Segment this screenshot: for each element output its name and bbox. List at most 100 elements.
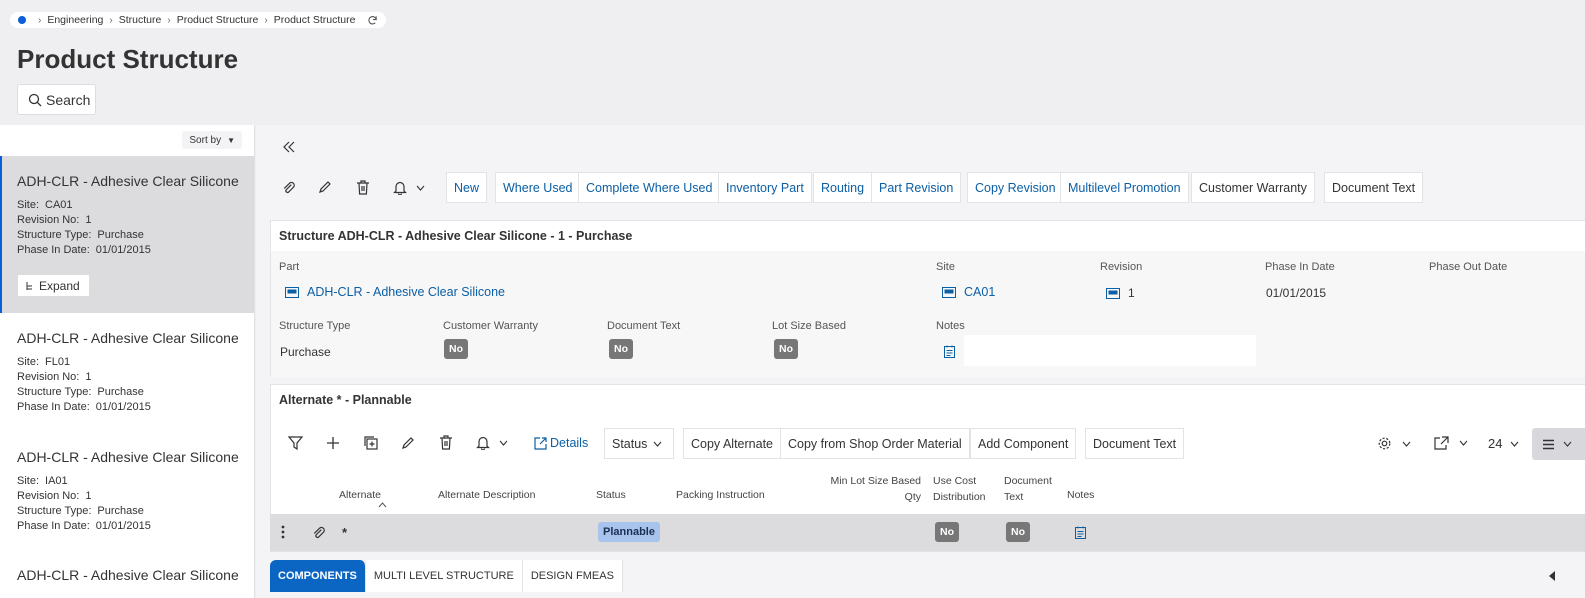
row-menu-icon[interactable] <box>281 525 285 539</box>
site-field[interactable]: CA01 <box>942 285 995 299</box>
revision-value: 1 <box>85 371 92 383</box>
new-button[interactable]: New <box>446 172 488 203</box>
tab-components[interactable]: COMPONENTS <box>270 560 366 592</box>
notes-icon[interactable] <box>1075 526 1086 539</box>
bell-icon <box>393 180 407 195</box>
revision-value: 1 <box>85 490 92 502</box>
settings-menu[interactable] <box>1377 436 1411 451</box>
part-link[interactable]: ADH-CLR - Adhesive Clear Silicone <box>307 285 505 299</box>
complete-where-used-button[interactable]: Complete Where Used <box>578 172 721 203</box>
revision-field[interactable]: 1 <box>1106 286 1135 300</box>
status-menu-label: Status <box>612 436 648 451</box>
edit-icon[interactable] <box>401 436 415 450</box>
add-icon[interactable] <box>326 436 340 450</box>
structure-header: Structure ADH-CLR - Adhesive Clear Silic… <box>279 229 633 243</box>
phase-in-value: 01/01/2015 <box>95 401 151 413</box>
gear-icon <box>1377 436 1392 451</box>
attachment-icon[interactable] <box>281 180 296 195</box>
notification-menu[interactable] <box>476 435 508 450</box>
notification-menu[interactable] <box>393 180 425 195</box>
duplicate-icon[interactable] <box>363 435 378 450</box>
tab-scroll-left-icon[interactable] <box>1549 571 1555 581</box>
document-text-cell: No <box>1006 522 1030 542</box>
column-header-label: Min Lot Size Based <box>830 475 921 487</box>
edit-icon[interactable] <box>318 180 332 194</box>
tab-design-fmeas[interactable]: DESIGN FMEAS <box>522 560 623 592</box>
alternate-header: Alternate * - Plannable <box>279 393 412 407</box>
structure-type-value: Purchase <box>280 345 331 359</box>
column-header-notes[interactable]: Notes <box>1067 489 1094 501</box>
document-text-button[interactable]: Document Text <box>1085 428 1185 459</box>
column-header-alternate[interactable]: Alternate <box>339 489 381 501</box>
page-size-menu[interactable]: 24 <box>1488 436 1519 451</box>
column-header-document-text[interactable]: Document Text <box>1004 473 1052 505</box>
site-value: FL01 <box>45 356 71 368</box>
field-label: Revision No: <box>17 371 80 383</box>
customer-warranty-value: No <box>444 339 468 359</box>
document-text-button[interactable]: Document Text <box>1324 172 1424 203</box>
tab-bar: COMPONENTS MULTI LEVEL STRUCTURE DESIGN … <box>270 560 623 592</box>
attachment-icon[interactable] <box>311 525 326 540</box>
chevron-down-icon <box>499 440 508 446</box>
part-revision-button[interactable]: Part Revision <box>871 172 962 203</box>
column-header-status[interactable]: Status <box>596 489 626 501</box>
list-item[interactable]: ADH-CLR - Adhesive Clear Silicone Site: I… <box>0 449 254 534</box>
view-mode-button[interactable] <box>1532 428 1585 460</box>
inventory-part-button[interactable]: Inventory Part <box>718 172 812 203</box>
delete-icon[interactable] <box>356 180 370 195</box>
list-item-title: ADH-CLR - Adhesive Clear Silicone <box>17 330 239 346</box>
list-item-title: ADH-CLR - Adhesive Clear Silicone <box>17 567 239 583</box>
column-header-description[interactable]: Alternate Description <box>438 489 535 501</box>
details-button[interactable]: Details <box>534 436 588 450</box>
notes-icon[interactable] <box>944 345 955 358</box>
breadcrumb-item[interactable]: Engineering <box>47 14 103 26</box>
sort-by-button[interactable]: Sort by ▼ <box>182 131 242 149</box>
field-label: Site: <box>17 356 40 368</box>
list-item[interactable]: ADH-CLR - Adhesive Clear Silicone Site: F… <box>0 330 254 415</box>
copy-from-shop-order-material-button[interactable]: Copy from Shop Order Material <box>780 428 970 459</box>
chevron-down-icon <box>1402 441 1411 447</box>
column-header-use-cost-distribution[interactable]: Use Cost Distribution <box>933 473 986 505</box>
field-label: Revision No: <box>17 490 80 502</box>
breadcrumb-item[interactable]: Structure <box>119 14 162 26</box>
record-icon <box>1106 287 1120 299</box>
routing-button[interactable]: Routing <box>813 172 873 203</box>
list-item[interactable]: ADH-CLR - Adhesive Clear Silicone <box>0 567 254 592</box>
phase-in-value: 01/01/2015 <box>95 520 151 532</box>
copy-alternate-button[interactable]: Copy Alternate <box>683 428 781 459</box>
customer-warranty-button[interactable]: Customer Warranty <box>1191 172 1315 203</box>
collapse-panel-icon[interactable] <box>282 140 296 154</box>
column-header-min-lot-size[interactable]: Min Lot Size Based Qty <box>800 473 921 505</box>
tab-multi-level-structure[interactable]: MULTI LEVEL STRUCTURE <box>365 560 523 592</box>
lot-size-based-label: Lot Size Based <box>772 320 846 332</box>
search-button[interactable]: Search <box>17 84 96 115</box>
copy-revision-button[interactable]: Copy Revision <box>967 172 1064 203</box>
refresh-icon[interactable] <box>367 15 378 26</box>
export-menu[interactable] <box>1434 436 1468 450</box>
status-cell: Plannable <box>598 522 660 542</box>
record-icon <box>285 286 299 298</box>
home-icon[interactable] <box>18 16 26 24</box>
chevron-down-icon <box>1563 441 1572 447</box>
part-field[interactable]: ADH-CLR - Adhesive Clear Silicone <box>285 285 505 299</box>
no-badge: No <box>609 339 633 359</box>
sort-by-label: Sort by <box>189 134 222 146</box>
list-item[interactable]: ADH-CLR - Adhesive Clear Silicone Site: C… <box>0 156 254 313</box>
breadcrumb-item[interactable]: Product Structure <box>177 14 259 26</box>
status-menu-button[interactable]: Status <box>604 428 674 459</box>
tree-icon <box>25 281 35 291</box>
delete-icon[interactable] <box>439 435 453 450</box>
where-used-button[interactable]: Where Used <box>495 172 581 203</box>
revision-value: 1 <box>85 214 92 226</box>
phase-out-label: Phase Out Date <box>1429 261 1508 273</box>
site-link[interactable]: CA01 <box>964 285 995 299</box>
use-cost-distribution-cell: No <box>935 522 959 542</box>
filter-icon[interactable] <box>288 436 303 450</box>
table-row[interactable]: * Plannable No No <box>270 514 1585 551</box>
expand-button[interactable]: Expand <box>17 274 90 297</box>
column-header-packing[interactable]: Packing Instruction <box>676 489 765 501</box>
add-component-button[interactable]: Add Component <box>970 428 1077 459</box>
search-icon <box>28 93 46 107</box>
multilevel-promotion-button[interactable]: Multilevel Promotion <box>1060 172 1189 203</box>
notes-field[interactable] <box>964 335 1256 366</box>
